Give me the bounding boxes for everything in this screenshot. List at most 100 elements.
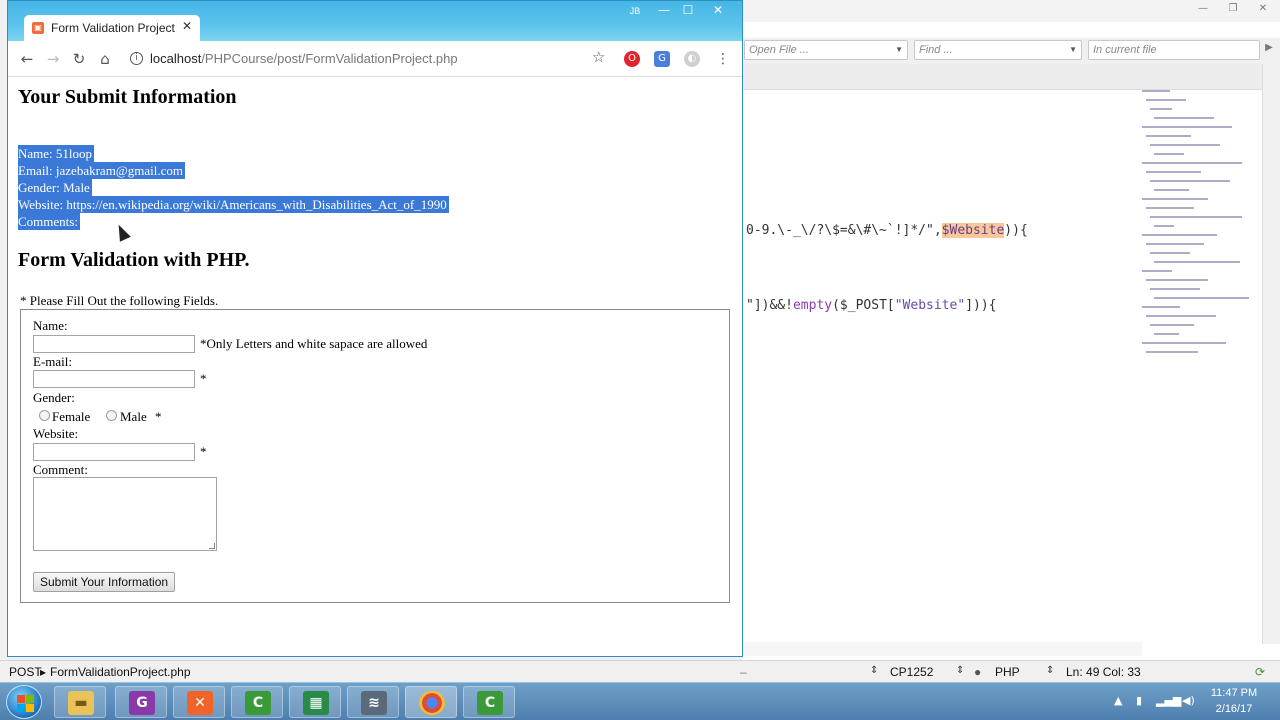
editor-statusbar: POST ▸ FormValidationProject.php – ⇕ CP1… xyxy=(0,660,1280,682)
tool-icon: ≋ xyxy=(361,691,387,715)
back-arrow-icon[interactable]: ← xyxy=(16,49,38,69)
gender-male-label: Male xyxy=(120,409,147,424)
taskbar-xampp[interactable]: ✕ xyxy=(173,686,225,718)
address-bar[interactable]: i localhost/PHPCourse/post/FormValidatio… xyxy=(122,46,616,72)
tab-form-validation[interactable]: ▣ Form Validation Project ✕ xyxy=(24,15,200,41)
gender-male-radio[interactable] xyxy=(106,410,117,421)
code-line: 0-9.\-_\/?\$=&\#\~`!]*/",$Website)){ xyxy=(746,223,1028,238)
editor-icon: C xyxy=(477,691,503,715)
taskbar-editor-c[interactable]: C xyxy=(463,686,515,718)
close-window-icon[interactable]: ✕ xyxy=(706,2,730,18)
mouse-cursor-icon xyxy=(113,222,131,242)
windows-flag-icon xyxy=(26,704,34,712)
editor-ruler xyxy=(742,64,1280,90)
updown-arrows-icon[interactable]: ⇕ xyxy=(870,665,878,676)
taskbar-pdf-app[interactable]: G xyxy=(115,686,167,718)
form-heading: Form Validation with PHP. xyxy=(18,249,250,271)
minimap-line xyxy=(1146,315,1216,317)
clock-time[interactable]: 11:47 PM xyxy=(1201,687,1267,699)
reload-icon[interactable]: ↻ xyxy=(68,49,90,69)
resize-grip-icon[interactable] xyxy=(209,543,215,549)
editor-toolbar-arrow-icon[interactable]: ▶ xyxy=(1258,42,1280,56)
minimap-line xyxy=(1154,297,1249,299)
status-dash: – xyxy=(740,665,747,679)
minimap-line xyxy=(1154,225,1174,227)
chrome-icon xyxy=(419,691,445,715)
minimap-line xyxy=(1142,90,1170,92)
opera-extension-icon[interactable]: O xyxy=(624,51,640,67)
editor-vertical-scrollbar[interactable] xyxy=(1262,64,1280,644)
gender-required-mark: * xyxy=(155,409,162,424)
pdf-icon: G xyxy=(129,691,155,715)
volume-icon[interactable]: ◀) xyxy=(1182,694,1195,707)
translate-extension-icon[interactable]: G xyxy=(654,51,670,67)
code-variable: $Website xyxy=(941,223,1005,238)
status-encoding[interactable]: CP1252 xyxy=(890,665,933,679)
updown-arrows-icon[interactable]: ⇕ xyxy=(956,665,964,676)
forward-arrow-icon[interactable]: → xyxy=(42,49,64,69)
editor-titlebar: — ❐ ✕ xyxy=(742,0,1280,22)
minimap-line xyxy=(1150,216,1242,218)
status-file[interactable]: FormValidationProject.php xyxy=(50,665,191,679)
updown-arrows-icon[interactable]: ⇕ xyxy=(1046,665,1054,676)
editor-minimize-icon[interactable]: — xyxy=(1192,3,1214,17)
taskbar-tool[interactable]: ≋ xyxy=(347,686,399,718)
submit-info-heading: Your Submit Information xyxy=(18,86,237,108)
info-icon[interactable]: i xyxy=(130,52,143,65)
tray-expand-icon[interactable]: ▲ xyxy=(1114,694,1122,707)
browser-toolbar: ← → ↻ ⌂ i localhost/PHPCourse/post/FormV… xyxy=(8,41,742,77)
code-minimap[interactable] xyxy=(1142,90,1262,390)
editor-close-icon[interactable]: ✕ xyxy=(1252,3,1274,17)
maximize-icon[interactable]: ☐ xyxy=(676,2,700,18)
submitted-email: Email: jazebakram@gmail.com xyxy=(18,162,186,179)
minimap-line xyxy=(1150,252,1190,254)
network-icon[interactable]: ▂▄▆ xyxy=(1156,694,1181,707)
minimap-line xyxy=(1142,342,1226,344)
taskbar-spreadsheet[interactable]: ▦ xyxy=(289,686,341,718)
minimap-line xyxy=(1150,324,1194,326)
open-file-combo[interactable]: Open File ... ▼ xyxy=(744,40,908,60)
minimap-line xyxy=(1154,189,1189,191)
battery-icon[interactable]: ▮ xyxy=(1136,694,1142,707)
email-input[interactable] xyxy=(33,370,195,388)
editor-horizontal-scrollbar[interactable] xyxy=(742,642,1142,656)
editor-toolbar: Open File ... ▼ Find ... ▼ In current fi… xyxy=(742,38,1280,64)
profile-badge[interactable]: JB xyxy=(624,4,646,18)
gender-female-radio[interactable] xyxy=(39,410,50,421)
validation-form: Name: *Only Letters and white sapace are… xyxy=(20,309,730,603)
extension-icon[interactable]: ◐ xyxy=(684,51,700,67)
status-mode: POST xyxy=(9,665,42,679)
windows-flag-icon xyxy=(17,704,25,712)
xampp-favicon-icon: ▣ xyxy=(32,22,44,34)
taskbar-chrome[interactable] xyxy=(405,686,457,718)
name-input[interactable] xyxy=(33,335,195,353)
minimap-line xyxy=(1142,234,1217,236)
comment-textarea[interactable] xyxy=(33,477,217,551)
minimap-line xyxy=(1150,108,1172,110)
clock-date[interactable]: 2/16/17 xyxy=(1201,703,1267,715)
gender-label: Gender: xyxy=(33,390,75,405)
comment-label: Comment: xyxy=(33,462,88,477)
status-language[interactable]: PHP xyxy=(995,665,1020,679)
url-text[interactable]: localhost/PHPCourse/post/FormValidationP… xyxy=(150,51,458,66)
editor-restore-icon[interactable]: ❐ xyxy=(1222,3,1244,17)
home-icon[interactable]: ⌂ xyxy=(94,49,116,69)
email-required-mark: * xyxy=(200,371,207,386)
taskbar-editor-green[interactable]: C xyxy=(231,686,283,718)
minimap-line xyxy=(1146,279,1208,281)
close-icon[interactable]: ✕ xyxy=(182,19,192,33)
minimize-icon[interactable]: — xyxy=(652,2,676,18)
menu-dots-icon[interactable]: ⋮ xyxy=(712,49,734,69)
taskbar-file-explorer[interactable]: ▬ xyxy=(54,686,106,718)
submit-button[interactable]: Submit Your Information xyxy=(33,572,176,592)
minimap-line xyxy=(1154,333,1179,335)
minimap-line xyxy=(1146,207,1194,209)
required-fields-note: * Please Fill Out the following Fields. xyxy=(20,293,219,308)
website-input[interactable] xyxy=(33,443,195,461)
scope-combo[interactable]: In current file xyxy=(1088,40,1260,60)
sync-icon[interactable]: ⟳ xyxy=(1255,665,1265,679)
bookmark-star-icon[interactable]: ☆ xyxy=(592,48,605,66)
find-combo[interactable]: Find ... ▼ xyxy=(914,40,1082,60)
minimap-line xyxy=(1154,153,1184,155)
start-button[interactable] xyxy=(6,685,42,719)
